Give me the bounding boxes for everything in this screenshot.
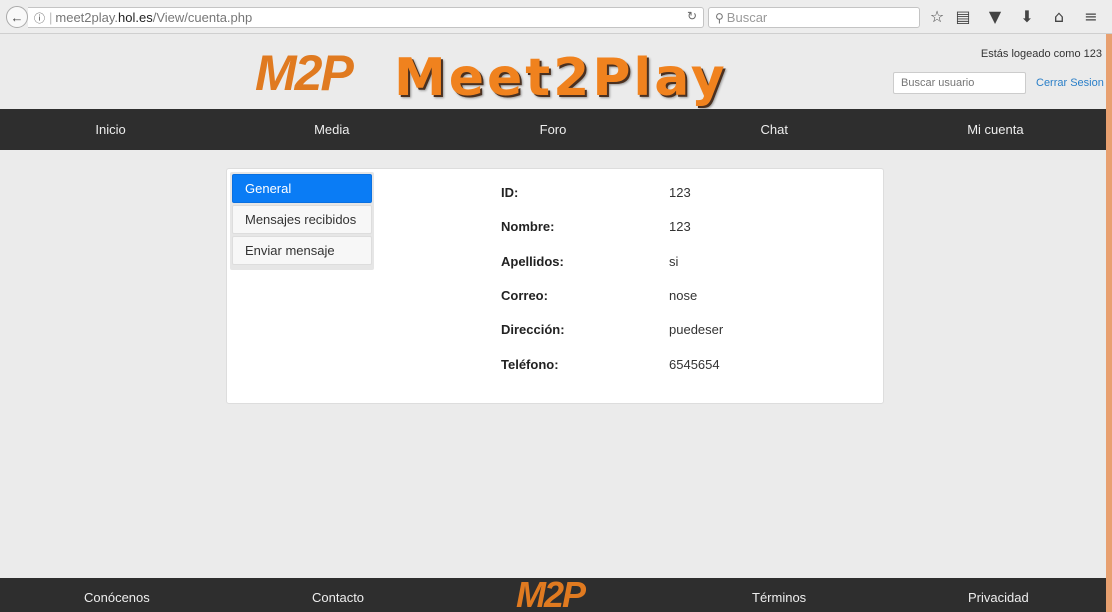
menu-item-mensajes-recibidos[interactable]: Mensajes recibidos — [232, 205, 372, 234]
browser-search-input[interactable]: ⚲ Buscar — [708, 7, 920, 28]
footer-link-terminos[interactable]: Términos — [752, 578, 806, 612]
footer-link-privacidad[interactable]: Privacidad — [968, 578, 1029, 612]
url-prefix: meet2play. — [55, 10, 119, 25]
field-value-telefono: 6545654 — [669, 357, 720, 372]
menu-item-general[interactable]: General — [232, 174, 372, 203]
site-header: M2P Meet2Play Estás logeado como 123 Cer… — [0, 34, 1106, 109]
url-host: hol.es — [118, 10, 153, 25]
field-label-correo: Correo: — [501, 288, 548, 303]
bookmark-star-icon[interactable]: ☆ — [926, 6, 948, 28]
logo-title[interactable]: Meet2Play — [394, 48, 728, 108]
browser-search-placeholder: Buscar — [726, 10, 768, 25]
url-path: /View/cuenta.php — [152, 10, 253, 25]
reading-list-icon[interactable]: ▤ — [952, 6, 974, 28]
menu-item-enviar-mensaje[interactable]: Enviar mensaje — [232, 236, 372, 265]
main-nav: Inicio Media Foro Chat Mi cuenta — [0, 109, 1106, 150]
field-label-id: ID: — [501, 185, 519, 200]
logout-link[interactable]: Cerrar Sesion — [1036, 77, 1104, 89]
address-bar[interactable]: ⓘ | meet2play.hol.es/View/cuenta.php — [28, 7, 704, 28]
footer-logo-mark[interactable]: M2P — [516, 574, 586, 612]
field-label-nombre: Nombre: — [501, 219, 555, 234]
account-panel: General Mensajes recibidos Enviar mensaj… — [226, 168, 884, 404]
nav-item-mi-cuenta[interactable]: Mi cuenta — [885, 109, 1106, 150]
logo-mark[interactable]: M2P — [255, 44, 354, 102]
menu-icon[interactable]: ≡ — [1080, 6, 1102, 28]
pocket-icon[interactable]: ▼ — [984, 6, 1006, 28]
field-value-id: 123 — [669, 185, 691, 200]
site-footer: Conócenos Contacto M2P Términos Privacid… — [0, 574, 1106, 612]
field-value-direccion: puedeser — [669, 322, 724, 337]
nav-item-chat[interactable]: Chat — [664, 109, 885, 150]
nav-item-inicio[interactable]: Inicio — [0, 109, 221, 150]
field-value-nombre: 123 — [669, 219, 691, 234]
home-icon[interactable]: ⌂ — [1048, 6, 1070, 28]
account-side-menu: General Mensajes recibidos Enviar mensaj… — [230, 172, 374, 270]
field-label-apellidos: Apellidos: — [501, 254, 564, 269]
field-label-direccion: Dirección: — [501, 322, 565, 337]
nav-item-media[interactable]: Media — [221, 109, 442, 150]
nav-item-foro[interactable]: Foro — [442, 109, 663, 150]
info-icon[interactable]: ⓘ — [34, 12, 45, 25]
user-search-input[interactable] — [893, 72, 1026, 94]
field-label-telefono: Teléfono: — [501, 357, 559, 372]
login-status: Estás logeado como 123 — [980, 48, 1102, 60]
search-icon: ⚲ — [715, 11, 724, 25]
page-scrollbar[interactable] — [1106, 34, 1112, 612]
field-value-correo: nose — [669, 288, 698, 303]
back-arrow-icon[interactable]: ← — [6, 6, 28, 28]
footer-link-conocenos[interactable]: Conócenos — [84, 578, 150, 612]
field-value-apellidos: si — [669, 254, 679, 269]
reload-icon[interactable]: ↻ — [682, 7, 702, 26]
browser-toolbar: ← ⓘ | meet2play.hol.es/View/cuenta.php ↻ ⚲… — [0, 0, 1112, 34]
footer-link-contacto[interactable]: Contacto — [312, 578, 364, 612]
download-icon[interactable]: ⬇ — [1016, 6, 1038, 28]
